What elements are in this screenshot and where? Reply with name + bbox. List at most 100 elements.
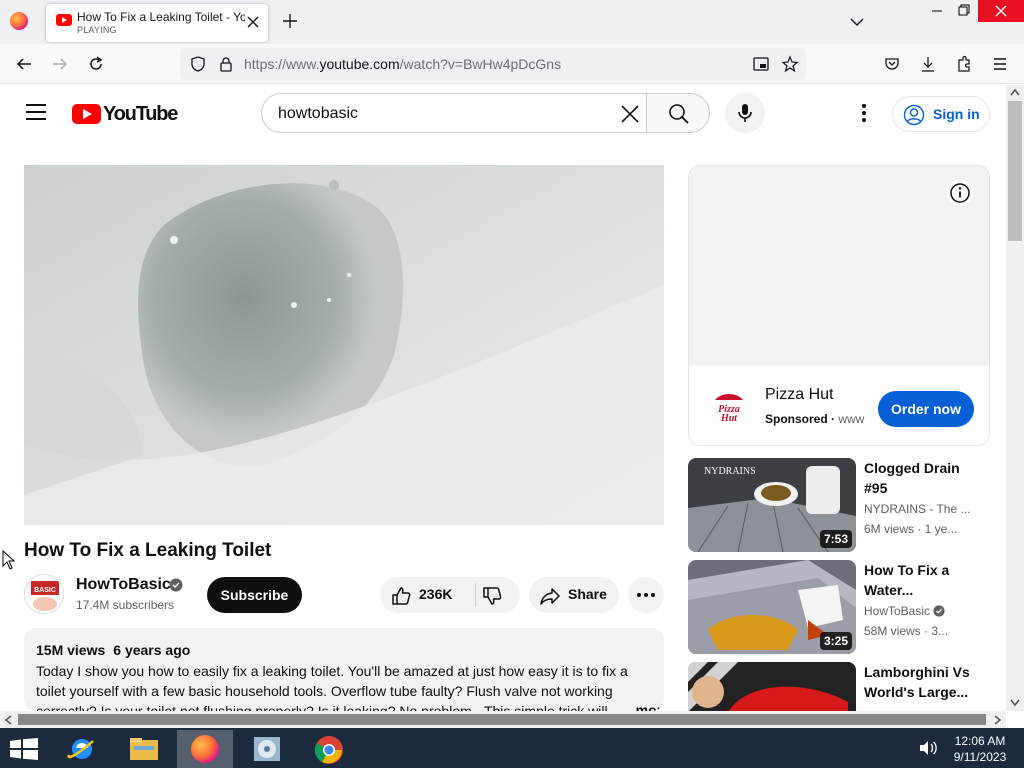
view-count: 15M views (36, 642, 106, 658)
taskbar-firefox[interactable] (177, 730, 233, 768)
verified-check-icon (169, 578, 183, 592)
internet-explorer-icon (67, 739, 94, 759)
horizontal-scrollbar[interactable] (0, 711, 1006, 728)
search-input[interactable]: howtobasic (261, 93, 647, 133)
pocket-icon[interactable] (883, 55, 901, 73)
search-button[interactable] (646, 93, 710, 133)
url-text[interactable]: https://www.youtube.com/watch?v=BwHw4pDc… (244, 56, 561, 72)
lock-icon[interactable] (217, 55, 235, 73)
video-duration: 7:53 (819, 530, 852, 548)
subscribe-button[interactable]: Subscribe (207, 577, 302, 613)
taskbar-file-explorer[interactable] (116, 730, 172, 768)
svg-text:BASIC: BASIC (34, 587, 56, 594)
back-arrow-icon[interactable] (15, 55, 33, 73)
like-count[interactable]: 236K (419, 586, 452, 602)
recommended-video[interactable]: Lamborghini Vs World's Large... (688, 662, 990, 711)
close-window-icon[interactable] (978, 0, 1024, 22)
search-icon (669, 104, 689, 124)
advertiser-name: Pizza Hut (765, 386, 834, 403)
hamburger-menu-icon[interactable] (26, 104, 46, 120)
search-query[interactable]: howtobasic (278, 105, 358, 123)
windows-start-icon[interactable] (10, 738, 38, 760)
thumbs-down-icon[interactable] (481, 585, 503, 607)
new-tab-icon[interactable] (281, 12, 299, 30)
account-circle-icon (903, 104, 925, 126)
pizza-hut-logo: PizzaHut (715, 394, 743, 424)
youtube-favicon-icon (56, 14, 72, 26)
bookmark-star-icon[interactable] (781, 55, 799, 73)
recommended-views: 58M views · 3... (864, 624, 949, 638)
download-icon[interactable] (919, 55, 937, 73)
forward-arrow-icon[interactable] (51, 55, 69, 73)
recommended-views: 6M views · 1 ye... (864, 522, 958, 536)
picture-in-picture-icon[interactable] (752, 55, 770, 73)
recommended-video[interactable]: 3:25 How To Fix a Water... HowToBasic 58… (688, 560, 990, 654)
recommended-channel[interactable]: HowToBasic (864, 604, 945, 618)
share-button[interactable]: Share (529, 577, 619, 613)
vertical-scroll-thumb[interactable] (1008, 101, 1022, 241)
chevron-down-icon[interactable] (849, 14, 865, 30)
thumbnail-image (688, 662, 856, 711)
recommended-title[interactable]: How To Fix a Water... (864, 560, 984, 600)
recommended-title[interactable]: Clogged Drain #95 (864, 458, 984, 498)
ad-media[interactable] (689, 166, 989, 366)
firefox-icon[interactable] (10, 12, 28, 30)
youtube-play-icon (72, 104, 101, 124)
recommended-title[interactable]: Lamborghini Vs World's Large... (864, 662, 984, 702)
browser-tab-strip: How To Fix a Leaking Toilet - YouTube PL… (0, 0, 1024, 44)
video-description[interactable]: 15M views 6 years ago Today I show you ho… (24, 628, 664, 711)
taskbar-internet-explorer[interactable] (54, 730, 110, 768)
clear-search-icon[interactable] (620, 104, 640, 124)
firefox-icon (191, 735, 219, 763)
app-menu-icon[interactable] (991, 55, 1009, 73)
channel-name[interactable]: HowToBasic (76, 576, 171, 594)
sign-in-button[interactable]: Sign in (892, 96, 990, 132)
video-thumbnail[interactable]: 3:25 (688, 560, 856, 654)
howtobasic-logo-icon: BASIC (25, 575, 63, 613)
reload-icon[interactable] (87, 55, 105, 73)
like-divider (475, 583, 476, 607)
restore-window-icon[interactable] (948, 0, 978, 22)
more-horizontal-icon (637, 593, 655, 597)
volume-icon[interactable] (918, 740, 938, 756)
recommended-video[interactable]: NYDRAINS 7:53 Clogged Drain #95 NYDRAINS… (688, 458, 990, 552)
recommended-channel[interactable]: NYDRAINS - The ... (864, 502, 970, 516)
video-player[interactable] (24, 165, 664, 525)
description-meta: 15M views 6 years ago (36, 642, 190, 658)
show-more-link[interactable]: ...more (620, 702, 664, 711)
vertical-scrollbar[interactable] (1006, 85, 1024, 711)
taskbar-chrome[interactable] (301, 730, 357, 768)
scroll-down-arrow-icon[interactable] (1010, 699, 1020, 707)
ad-info-button[interactable] (947, 180, 973, 206)
scroll-left-arrow-icon[interactable] (4, 715, 12, 725)
channel-avatar[interactable]: BASIC (24, 574, 64, 614)
extensions-icon[interactable] (955, 55, 973, 73)
scroll-right-arrow-icon[interactable] (994, 715, 1002, 725)
more-actions-button[interactable] (628, 577, 664, 613)
thumbs-up-icon[interactable] (390, 585, 412, 607)
youtube-logo[interactable]: YouTube (72, 103, 178, 125)
upload-age: 6 years ago (113, 642, 191, 658)
svg-text:NYDRAINS: NYDRAINS (704, 466, 756, 477)
subscriber-count: 17.4M subscribers (76, 598, 175, 612)
sponsored-ad-card[interactable]: Pizza Hut Pizza Hut Sponsored · www Order… (688, 165, 990, 446)
close-tab-icon[interactable] (246, 15, 260, 29)
video-thumbnail[interactable] (688, 662, 856, 711)
sponsored-label: Sponsored · www (765, 412, 865, 426)
taskbar-media-app[interactable] (239, 730, 295, 768)
system-clock[interactable]: 12:06 AM 9/11/2023 (950, 733, 1010, 765)
media-disc-icon (254, 737, 280, 761)
description-text: Today I show you how to easily fix a lea… (36, 663, 628, 711)
svg-text:Hut: Hut (720, 413, 738, 424)
youtube-wordmark: YouTube (103, 103, 178, 125)
shield-icon[interactable] (189, 55, 207, 73)
address-bar[interactable]: https://www.youtube.com/watch?v=BwHw4pDc… (180, 48, 806, 80)
order-now-button[interactable]: Order now (878, 391, 974, 427)
scroll-up-arrow-icon[interactable] (1010, 88, 1020, 96)
video-thumbnail[interactable]: NYDRAINS 7:53 (688, 458, 856, 552)
horizontal-scroll-thumb[interactable] (18, 714, 986, 725)
settings-kebab-icon[interactable] (853, 101, 875, 125)
browser-tab-active[interactable]: How To Fix a Leaking Toilet - YouTube PL… (46, 4, 268, 42)
ad-domain: www (838, 412, 865, 426)
voice-search-button[interactable] (725, 93, 765, 133)
